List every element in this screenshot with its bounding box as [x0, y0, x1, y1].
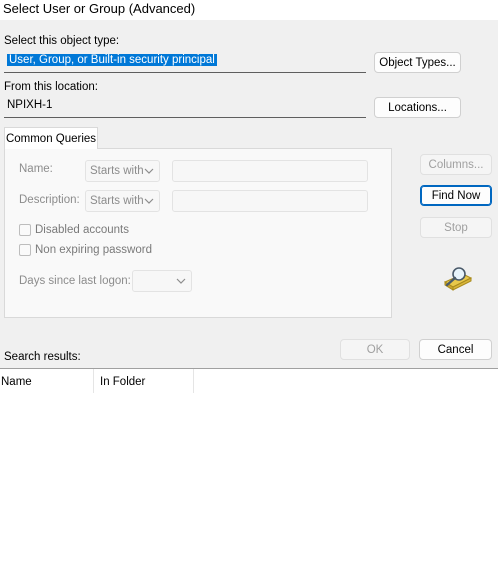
column-header-in-folder[interactable]: In Folder [99, 369, 194, 393]
days-since-logon-label: Days since last logon: [19, 275, 131, 287]
location-value: NPIXH-1 [7, 99, 53, 111]
cancel-button[interactable]: Cancel [419, 339, 492, 360]
object-types-button[interactable]: Object Types... [374, 52, 461, 73]
name-label: Name: [19, 163, 53, 175]
description-mode-value: Starts with [90, 195, 144, 207]
window-title: Select User or Group (Advanced) [3, 1, 196, 16]
title-bar: Select User or Group (Advanced) [0, 0, 498, 20]
search-results-list[interactable]: Name In Folder [0, 368, 498, 566]
find-now-button[interactable]: Find Now [420, 185, 492, 206]
name-mode-select[interactable]: Starts with [85, 160, 160, 182]
locations-button[interactable]: Locations... [374, 97, 461, 118]
location-label: From this location: [4, 81, 98, 93]
name-mode-value: Starts with [90, 165, 144, 177]
chevron-down-icon [144, 198, 154, 204]
description-label: Description: [19, 194, 80, 206]
tab-common-queries[interactable]: Common Queries [4, 127, 98, 149]
name-input[interactable] [172, 160, 368, 182]
disabled-accounts-label: Disabled accounts [35, 224, 129, 236]
disabled-accounts-checkbox[interactable]: Disabled accounts [19, 224, 129, 236]
checkbox-box[interactable] [19, 224, 31, 236]
non-expiring-password-label: Non expiring password [35, 244, 152, 256]
chevron-down-icon [176, 278, 186, 284]
ok-button[interactable]: OK [340, 339, 410, 360]
description-mode-select[interactable]: Starts with [85, 190, 160, 212]
search-icon [443, 267, 473, 291]
columns-button[interactable]: Columns... [420, 154, 492, 175]
checkbox-box[interactable] [19, 244, 31, 256]
common-queries-panel: Name: Starts with Description: Starts wi… [4, 148, 392, 318]
stop-button[interactable]: Stop [420, 217, 492, 238]
description-input[interactable] [172, 190, 368, 212]
object-type-field[interactable]: User, Group, or Built-in security princi… [4, 51, 366, 73]
chevron-down-icon [144, 168, 154, 174]
dialog-body: Select this object type: User, Group, or… [0, 20, 498, 368]
column-header-name[interactable]: Name [0, 369, 94, 393]
object-type-label: Select this object type: [4, 35, 120, 47]
non-expiring-password-checkbox[interactable]: Non expiring password [19, 244, 152, 256]
days-since-logon-select[interactable] [132, 270, 192, 292]
object-type-value: User, Group, or Built-in security princi… [7, 54, 217, 66]
location-field[interactable]: NPIXH-1 [4, 96, 366, 118]
search-results-label: Search results: [4, 351, 81, 363]
